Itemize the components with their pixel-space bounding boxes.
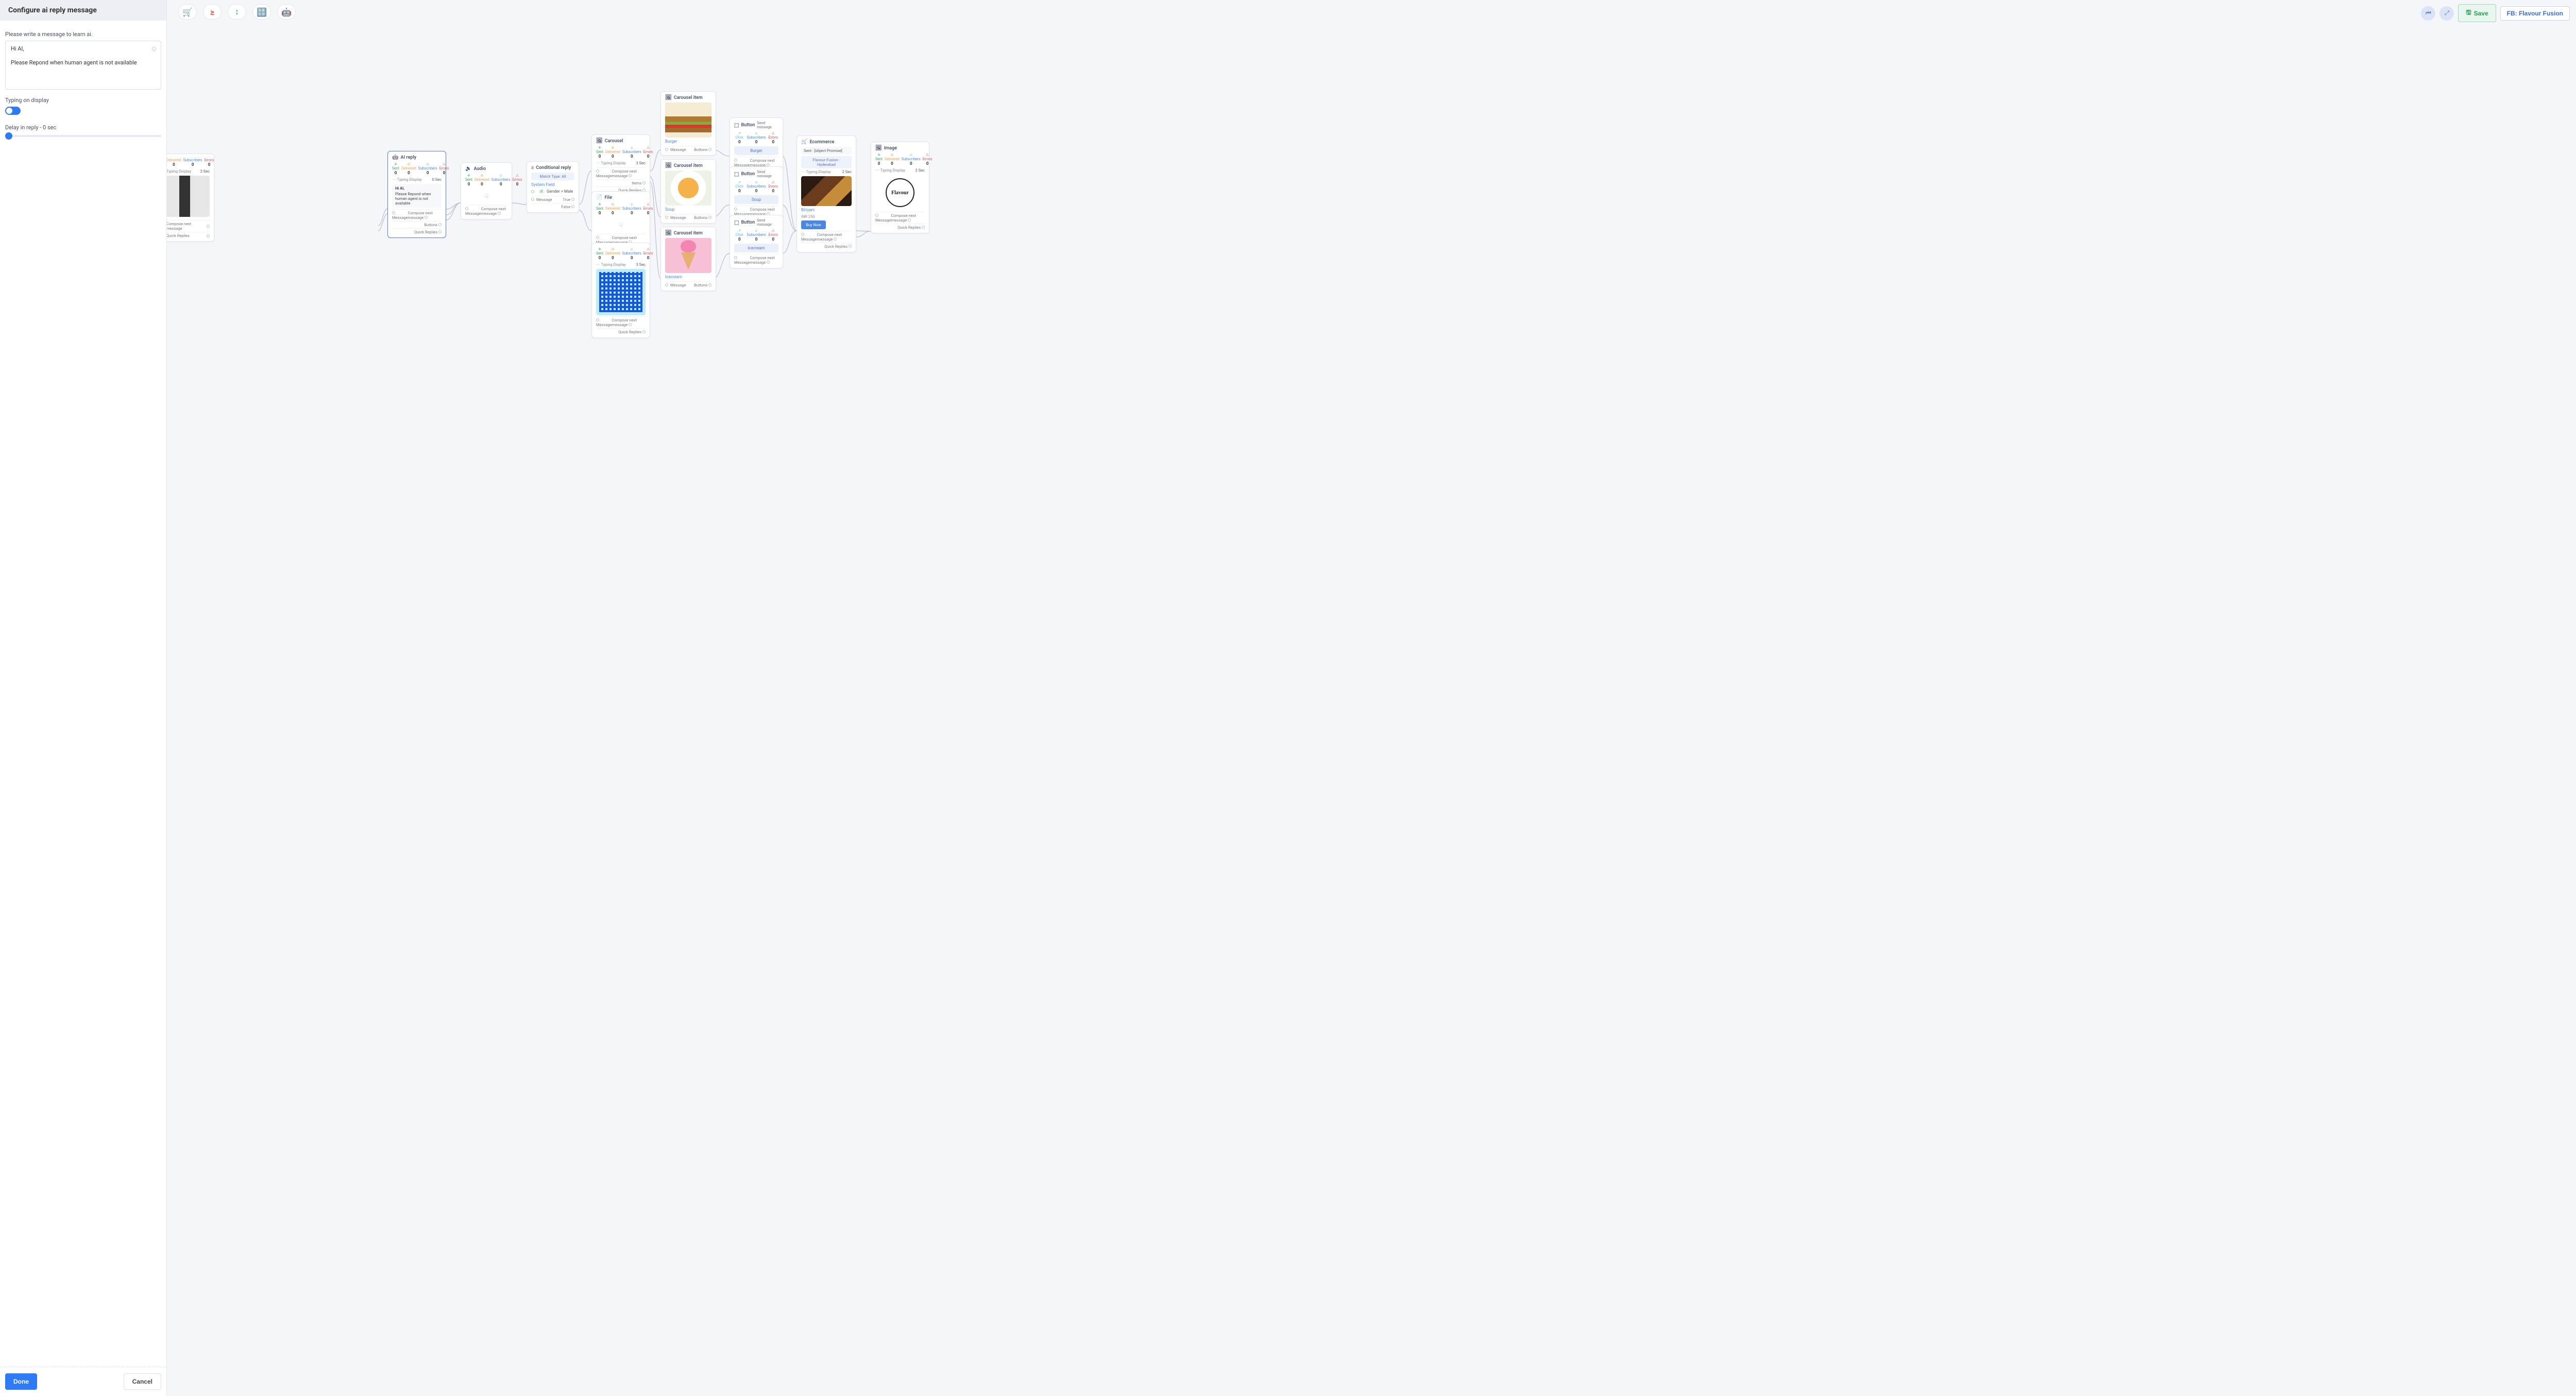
port[interactable] xyxy=(665,148,668,151)
node-ecommerce[interactable]: 🛒Ecommerce Sent : [object Promise] Flavo… xyxy=(796,135,856,252)
port[interactable] xyxy=(571,198,574,201)
port[interactable] xyxy=(801,233,804,236)
port[interactable] xyxy=(922,226,925,229)
port[interactable] xyxy=(708,216,711,219)
node-image[interactable]: 🖼Image ✈ Sent0 ⊘ Delivered0 ☺ Subscriber… xyxy=(871,142,929,233)
node-carousel[interactable]: 🖼Carousel ✈ Sent0 ⊘ Delivered0 ☺ Subscri… xyxy=(591,134,650,196)
flow-canvas[interactable]: Delivered0 Subscribers0 Errors0 Typing D… xyxy=(167,0,2576,1396)
toolbar: 🛒 ≥ ↕ 🔠 🤖 xyxy=(178,4,296,22)
node-audio[interactable]: 🔉Audio ✈ Sent0 ⊘ Delivered0 ☺ Subscriber… xyxy=(461,162,512,219)
typing-toggle[interactable] xyxy=(5,107,21,115)
node-text-partial[interactable]: Delivered0 Subscribers0 Errors0 Typing D… xyxy=(167,154,214,242)
tool-condition-icon[interactable]: ≥ xyxy=(203,4,222,20)
port[interactable] xyxy=(708,148,711,151)
logo-image: Flavour xyxy=(875,175,925,211)
node-button-burger[interactable]: ⬚ButtonSend message ↗ Click0 ☺ Subscribe… xyxy=(730,117,783,171)
node-button-soup[interactable]: ⬚ButtonSend message ↗ Click0 ☺ Subscribe… xyxy=(730,166,783,220)
port[interactable] xyxy=(596,169,599,173)
tool-flow-icon[interactable]: ↕ xyxy=(228,4,246,20)
carousel-icon: 🖼 xyxy=(596,138,603,144)
port[interactable] xyxy=(875,214,878,217)
save-icon: 🖫 xyxy=(2466,8,2471,19)
delay-label: Delay in reply - 0 sec xyxy=(5,124,161,131)
tool-ecommerce-icon[interactable]: 🛒 xyxy=(178,4,197,20)
node-carousel-icecream[interactable]: 🖼Carousel item Icecream MessageButtons xyxy=(660,227,716,291)
tool-text-icon[interactable]: 🔠 xyxy=(252,4,271,20)
condition-icon: ≥ xyxy=(531,165,534,171)
icecream-image xyxy=(665,238,711,273)
save-button[interactable]: 🖫Save xyxy=(2458,4,2496,22)
typing-label: Typing on display xyxy=(5,97,161,104)
rewind-button[interactable]: ⏮ xyxy=(2421,6,2435,21)
button-icon: ⬚ xyxy=(734,220,739,226)
emoji-icon[interactable]: ☺ xyxy=(150,44,158,53)
delay-slider[interactable] xyxy=(5,135,161,137)
tool-ai-icon[interactable]: 🤖 xyxy=(277,4,296,20)
port[interactable] xyxy=(207,234,210,237)
port[interactable] xyxy=(665,216,668,219)
buy-now-button[interactable]: Buy Now xyxy=(801,220,826,229)
image-icon: 🖼 xyxy=(665,95,672,100)
port[interactable] xyxy=(834,237,837,241)
fb-page-button[interactable]: FB: Flavour Fusion xyxy=(2500,6,2570,21)
node-carousel-burger[interactable]: 🖼Carousel item Burger MessageButtons xyxy=(660,91,716,156)
port[interactable] xyxy=(629,323,632,326)
port[interactable] xyxy=(849,245,852,248)
fit-button[interactable]: ⤢ xyxy=(2439,6,2454,21)
port[interactable] xyxy=(665,283,668,286)
port[interactable] xyxy=(642,330,646,333)
image-icon: 🖼 xyxy=(665,163,672,168)
node-conditional[interactable]: ≥Conditional reply Match Type: All Syste… xyxy=(527,161,579,213)
port[interactable] xyxy=(438,230,442,233)
port[interactable] xyxy=(908,218,911,222)
prompt-label: Please write a message to learn ai. xyxy=(5,31,161,38)
port[interactable] xyxy=(734,159,737,162)
node-ai-reply[interactable]: 🤖AI reply ✈ Sent0 ⊘ Delivered0 ☺ Subscri… xyxy=(387,151,446,238)
file-icon: 📄 xyxy=(596,195,602,200)
config-panel: Configure ai reply message Please write … xyxy=(0,0,167,1396)
tap-icon: ☟ xyxy=(596,217,646,234)
tap-icon: ☟ xyxy=(465,189,507,205)
port[interactable] xyxy=(571,205,574,208)
biriyani-image xyxy=(801,176,852,206)
port[interactable] xyxy=(596,236,599,239)
node-button-icecream[interactable]: ⬚ButtonSend message ↗ Click0 ☺ Subscribe… xyxy=(730,215,783,268)
port[interactable] xyxy=(438,223,442,226)
msg-line-2: Please Repond when human agent is not av… xyxy=(11,59,156,66)
port[interactable] xyxy=(734,256,737,259)
node-carousel-soup[interactable]: 🖼Carousel item Soup MessageButtons xyxy=(660,159,716,224)
node-file-qr[interactable]: ✈ Sent0 ⊘ Delivered0 ☺ Subscribers0 ⚠ Er… xyxy=(591,243,650,338)
port[interactable] xyxy=(207,225,210,228)
button-icon: ⬚ xyxy=(734,172,739,177)
cart-icon: 🛒 xyxy=(801,139,807,145)
port[interactable] xyxy=(531,190,534,193)
port[interactable] xyxy=(767,261,770,264)
soup-image xyxy=(665,171,711,206)
port[interactable] xyxy=(629,174,632,177)
image-icon: 🖼 xyxy=(875,145,882,151)
qr-image xyxy=(596,269,646,315)
port[interactable] xyxy=(531,198,534,201)
panel-title: Configure ai reply message xyxy=(0,0,166,21)
port[interactable] xyxy=(734,208,737,211)
button-icon: ⬚ xyxy=(734,123,739,128)
port[interactable] xyxy=(465,207,468,210)
port[interactable] xyxy=(392,211,395,214)
burger-image xyxy=(665,103,711,138)
ai-message-textarea[interactable]: ☺ Hi AI, Please Repond when human agent … xyxy=(5,41,161,90)
port[interactable] xyxy=(708,283,711,286)
port[interactable] xyxy=(425,216,428,219)
image-icon: 🖼 xyxy=(665,230,672,236)
done-button[interactable]: Done xyxy=(5,1373,37,1390)
cancel-button[interactable]: Cancel xyxy=(124,1373,161,1390)
port[interactable] xyxy=(642,181,646,184)
port[interactable] xyxy=(596,318,599,321)
msg-line-1: Hi AI, xyxy=(11,45,156,52)
ai-icon: 🤖 xyxy=(392,155,398,160)
system-field-link[interactable]: System Field xyxy=(531,182,574,187)
audio-icon: 🔉 xyxy=(465,166,471,172)
port[interactable] xyxy=(498,212,501,215)
